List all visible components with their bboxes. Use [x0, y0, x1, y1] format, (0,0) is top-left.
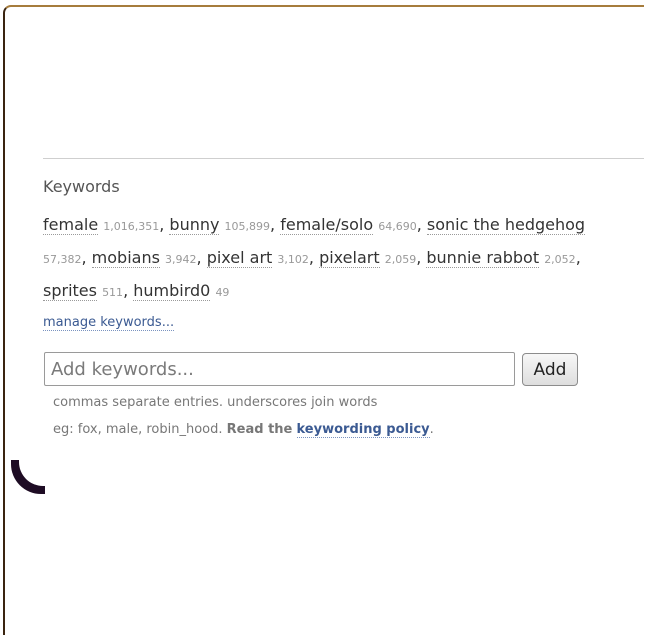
add-button[interactable]: Add [522, 353, 578, 386]
keyword-item[interactable]: sprites 511 [43, 281, 123, 301]
hint-line-1: commas separate entries. underscores joi… [53, 395, 378, 410]
keyword-item[interactable]: bunnie rabbot 2,052 [426, 248, 576, 268]
keyword-item[interactable]: female 1,016,351 [43, 215, 159, 235]
keyword-item[interactable]: bunny 105,899 [169, 215, 270, 235]
keyword-item[interactable]: mobians 3,942 [91, 248, 197, 268]
keyword-item[interactable]: pixel art 3,102 [206, 248, 309, 268]
keyword-item[interactable]: female/solo 64,690 [280, 215, 417, 235]
keyword-list: female 1,016,351, bunny 105,899, female/… [43, 215, 586, 301]
keyword-item[interactable]: humbird0 49 [133, 281, 229, 301]
add-keywords-input[interactable] [44, 352, 515, 386]
keywording-policy-link[interactable]: keywording policy [296, 422, 430, 438]
keyword-item[interactable]: pixelart 2,059 [319, 248, 416, 268]
manage-keywords-link[interactable]: manage keywords... [43, 315, 175, 331]
keywords-heading: Keywords [43, 177, 120, 196]
section-divider [43, 158, 644, 159]
hint-line-2: eg: fox, male, robin_hood. Read the keyw… [53, 422, 434, 438]
